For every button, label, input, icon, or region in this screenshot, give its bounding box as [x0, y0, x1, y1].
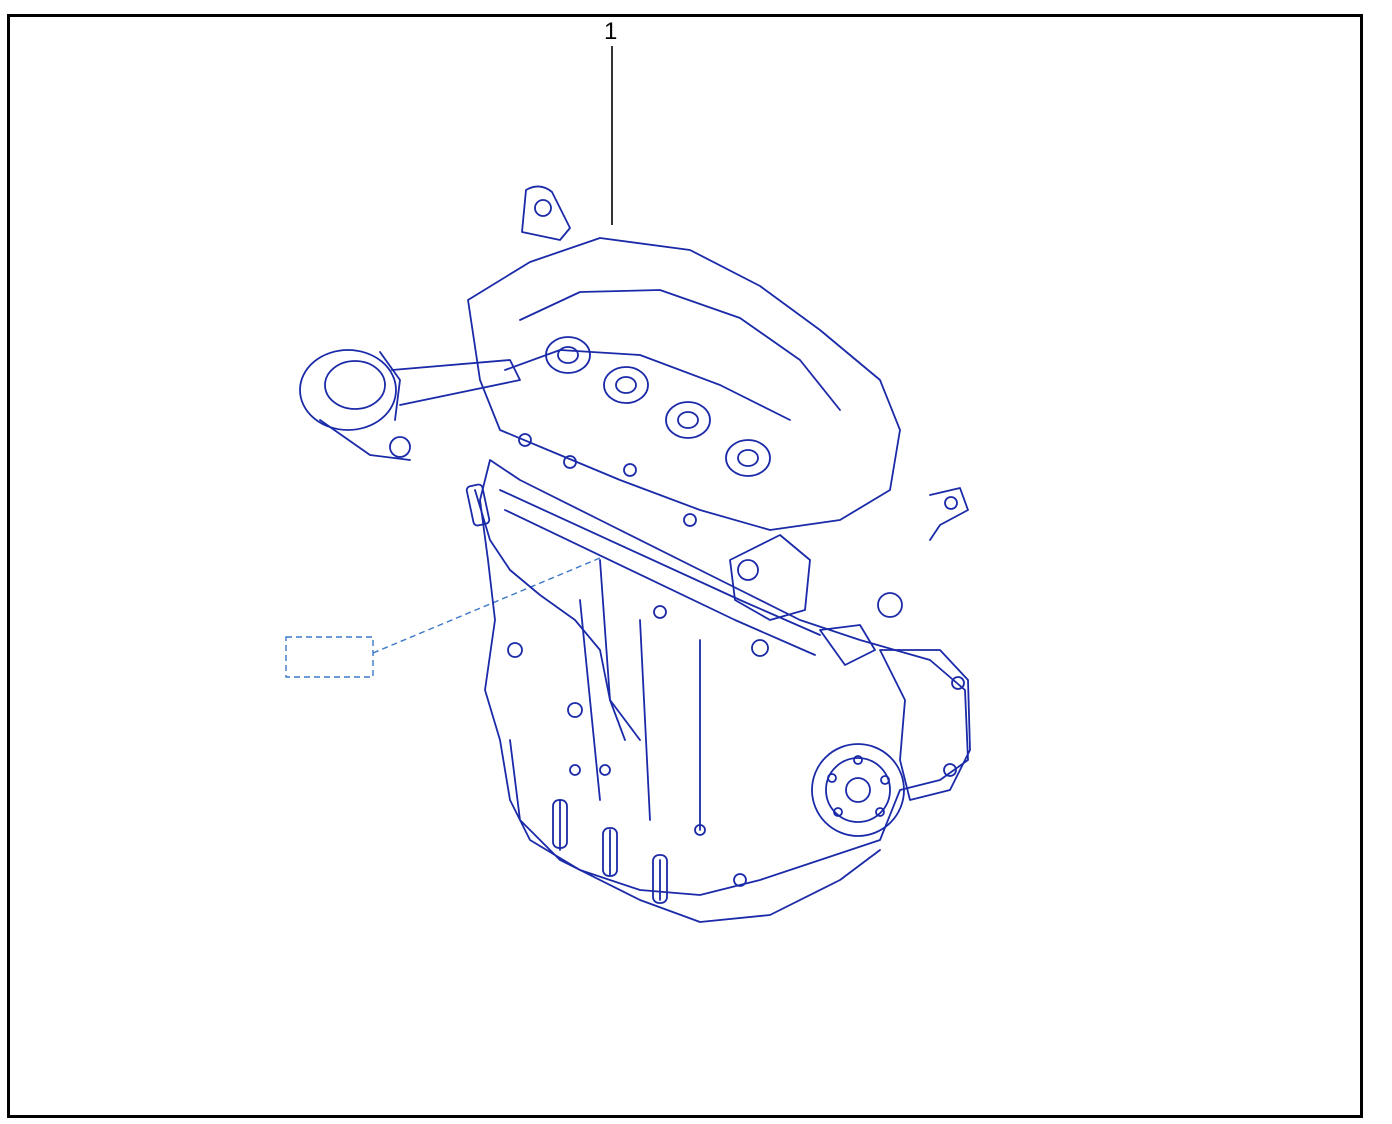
- placeholder-leader-line: [372, 557, 601, 654]
- engine-illustration: [299, 185, 971, 923]
- bolt-heads: [507, 433, 769, 887]
- timing-cover: [879, 649, 971, 801]
- engine-diagram: [285, 46, 971, 923]
- oil-filler-cap: [299, 349, 521, 461]
- right-bracket: [929, 487, 969, 541]
- placeholder-box: [285, 636, 374, 678]
- lifting-eye-top: [521, 185, 571, 241]
- coolant-outlet: [819, 624, 876, 666]
- spark-plug-wells: [545, 336, 771, 477]
- dipstick-tube: [474, 489, 626, 741]
- crankshaft-flange: [811, 743, 905, 837]
